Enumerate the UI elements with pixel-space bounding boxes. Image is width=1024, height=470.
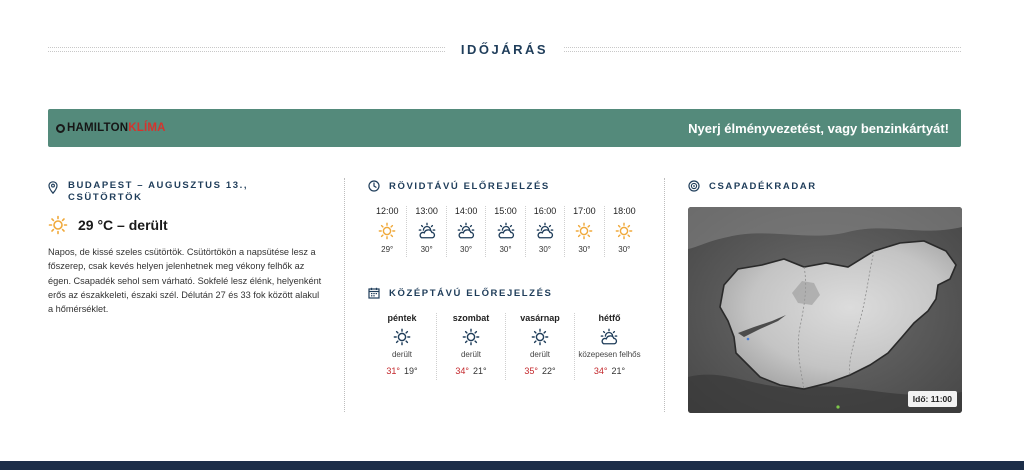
day-condition: derült [529,350,550,359]
location-date: BUDAPEST – AUGUSZTUS 13., CSÜTÖRTÖK [68,180,249,203]
hour-time: 12:00 [375,206,399,216]
location-pin-icon [48,181,58,194]
short-forecast-title: RÖVIDTÁVÚ ELŐREJELZÉS [389,180,550,192]
footer-bar [0,461,1024,470]
sun-icon [615,222,633,240]
radar-heading: CSAPADÉKRADAR [688,180,962,192]
sun-icon [48,215,68,235]
weather-description: Napos, de kissé szeles csütörtök. Csütör… [48,247,322,315]
hour-temp: 30° [420,245,433,254]
day-low-temp: 22° [542,366,556,376]
day-name: vasárnap [520,313,560,323]
divider-line-left [48,46,445,52]
day-condition: derült [460,350,481,359]
divider-line-right [564,46,961,52]
partly-cloudy-icon [457,222,475,239]
day-high-temp: 35° [524,366,538,376]
sun-outline-icon [462,328,480,346]
logo-ring-icon [56,123,65,133]
column-divider [664,178,665,412]
sun-icon [378,222,396,240]
current-weather: BUDAPEST – AUGUSZTUS 13., CSÜTÖRTÖK 29 °… [48,180,323,316]
hamilton-klima-logo: HAMILTON KLÍMA [56,122,166,134]
hour-cell: 13:00 30° [407,206,447,257]
hour-time: 18:00 [613,206,636,216]
hour-temp: 30° [499,245,512,254]
partly-cloudy-icon [497,222,514,239]
day-high-temp: 34° [455,366,469,376]
day-name: szombat [452,313,490,323]
mid-forecast-heading: KÖZÉPTÁVÚ ELŐREJELZÉS [368,287,644,299]
hour-cell: 14:00 30° [447,206,487,257]
radar-icon [688,180,700,192]
day-high-temp: 31° [386,366,400,376]
mid-forecast-title: KÖZÉPTÁVÚ ELŐREJELZÉS [389,287,553,299]
day-cell: szombat derült 34° 21° [437,313,506,380]
sun-outline-icon [393,328,411,346]
hour-cell: 15:00 30° [486,206,526,257]
day-cell: hétfő közepesen felhős 34° 21° [575,313,644,380]
partly-cloudy-icon [601,328,618,345]
brand-part2: KLÍMA [128,122,166,134]
day-low-temp: 21° [473,366,487,376]
hour-temp: 30° [578,245,591,254]
hour-temp: 30° [618,245,631,254]
day-low-temp: 19° [404,366,418,376]
calendar-icon [368,287,380,299]
section-header: IDŐJÁRÁS [48,40,961,58]
hour-cell: 17:00 30° [565,206,605,257]
forecasts: RÖVIDTÁVÚ ELŐREJELZÉS 12:00 29° 13:00 30… [368,180,644,380]
radar-title: CSAPADÉKRADAR [709,180,817,192]
day-cell: vasárnap derült 35° 22° [506,313,575,380]
day-condition: közepesen felhős [578,350,641,359]
hour-cell: 16:00 30° [526,206,566,257]
hungary-map [688,207,962,413]
hour-time: 14:00 [454,206,478,216]
short-forecast-heading: RÖVIDTÁVÚ ELŐREJELZÉS [368,180,644,192]
precipitation-radar: CSAPADÉKRADAR Idő: 11:00 [688,180,962,413]
hour-time: 13:00 [415,206,438,216]
hour-time: 15:00 [494,206,517,216]
daily-forecast: péntek derült 31° 19° szombat derült 34° 2… [368,313,644,380]
banner-promo-text: Nyerj élményvezetést, vagy benzinkártyát… [688,120,949,136]
hour-time: 16:00 [533,206,557,216]
current-conditions: 29 °C – derült [48,215,323,235]
column-divider [344,178,345,412]
radar-time-label: Idő: 11:00 [907,391,957,407]
clock-icon [368,180,380,192]
hourly-forecast: 12:00 29° 13:00 30° 14:00 30° 15:00 30° … [368,206,644,257]
hour-cell: 12:00 29° [368,206,408,257]
location-heading: BUDAPEST – AUGUSZTUS 13., CSÜTÖRTÖK [48,180,323,204]
day-low-temp: 21° [611,366,626,376]
ad-banner[interactable]: HAMILTON KLÍMA Nyerj élményvezetést, vag… [48,109,961,147]
radar-map[interactable]: Idő: 11:00 [688,207,962,413]
hour-cell: 18:00 30° [605,206,644,257]
day-name: péntek [387,313,417,323]
section-title: IDŐJÁRÁS [460,41,549,57]
day-cell: péntek derült 31° 19° [368,313,437,380]
day-name: hétfő [598,313,621,323]
hour-temp: 30° [538,245,552,254]
brand-part1: HAMILTON [67,122,129,134]
sun-icon [576,222,593,240]
current-temperature: 29 °C – derült [78,217,168,233]
sun-outline-icon [531,328,549,346]
partly-cloudy-icon [418,222,435,239]
hour-temp: 29° [381,245,394,254]
hour-temp: 30° [460,245,473,254]
day-high-temp: 34° [593,366,608,376]
day-condition: derült [391,350,412,359]
partly-cloudy-icon [536,222,554,239]
hour-time: 17:00 [573,206,596,216]
